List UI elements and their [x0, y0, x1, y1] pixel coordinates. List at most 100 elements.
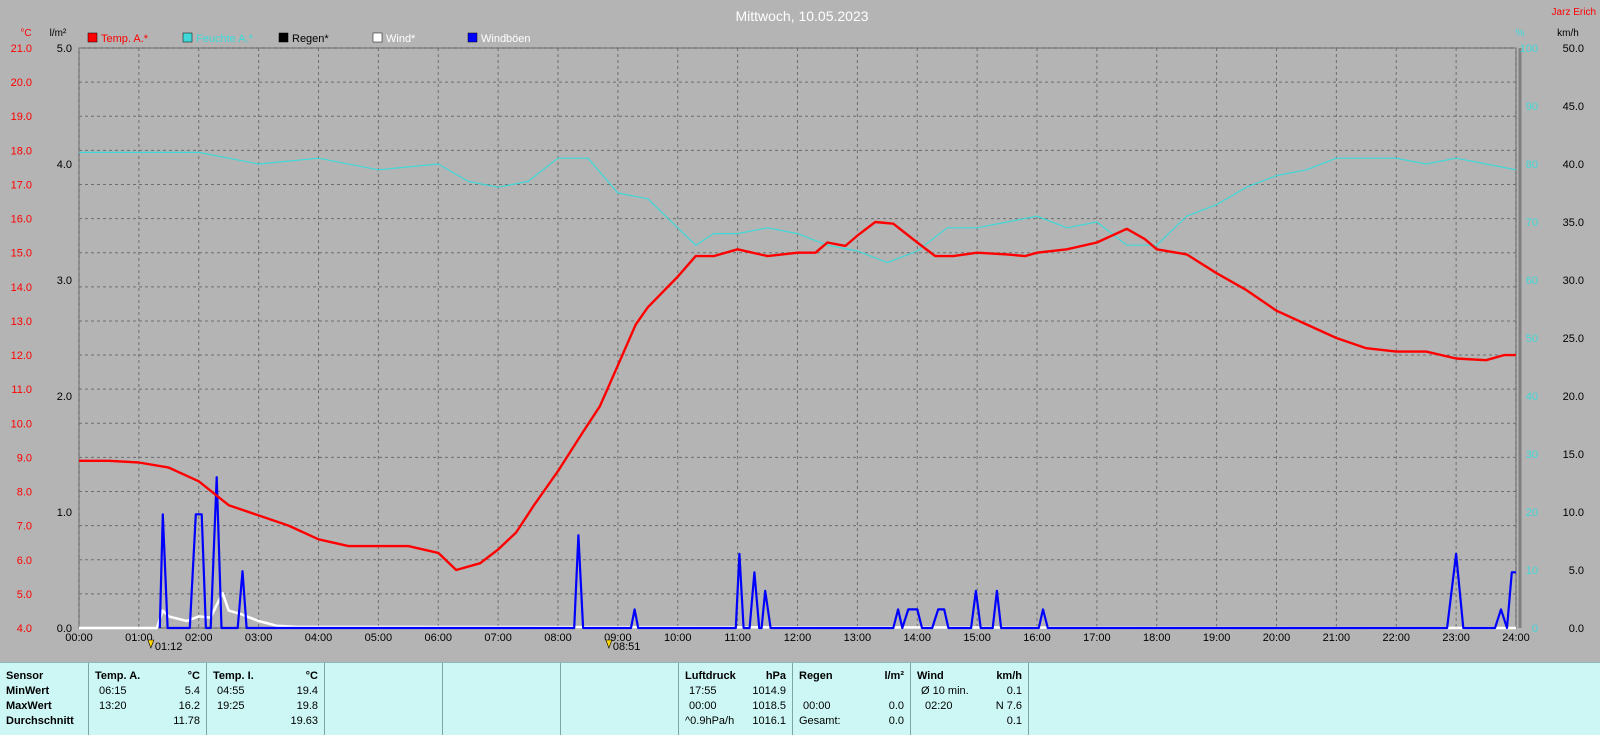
x-tick-label: 21:00 — [1323, 632, 1351, 644]
x-tick-label: 17:00 — [1083, 632, 1111, 644]
stats-temp-a-header: Temp. A. — [95, 670, 141, 682]
grid — [78, 47, 1522, 629]
rain-tick-label: 2.0 — [57, 391, 72, 403]
stats-value: 0.0 — [888, 715, 904, 727]
temp-tick-label: 12.0 — [11, 350, 32, 362]
wind-tick-label: 45.0 — [1563, 101, 1584, 113]
x-tick-label: 23:00 — [1442, 632, 1470, 644]
temp-tick-label: 11.0 — [11, 384, 32, 396]
x-tick-label: 14:00 — [903, 632, 931, 644]
stats-rain-unit: l/m² — [884, 670, 904, 682]
temp-tick-label: 15.0 — [11, 248, 32, 260]
stats-temp-i-column: Temp. I. °C 04:55 19.4 19:25 19.8 19.63 — [206, 663, 324, 735]
stats-trend: ^0.9hPa/h — [685, 715, 735, 727]
stats-sensor-header: Sensor — [6, 670, 44, 682]
x-tick-label: 11:00 — [724, 632, 751, 644]
legend-label: Wind* — [386, 33, 416, 45]
stats-time: 00:00 — [689, 700, 717, 712]
x-tick-label: 20:00 — [1263, 632, 1291, 644]
stats-value: 1014.9 — [752, 685, 786, 697]
temp-tick-label: 17.0 — [11, 179, 32, 191]
stats-value: 1016.1 — [752, 715, 786, 727]
legend-swatch — [467, 32, 478, 43]
x-tick-label: 10:00 — [664, 632, 692, 644]
wind-tick-label: 20.0 — [1563, 391, 1584, 403]
wind-tick-label: 40.0 — [1563, 159, 1584, 171]
stats-panel: Sensor MinWert MaxWert Durchschnitt Temp… — [0, 662, 1600, 735]
marker-label: 08:51 — [613, 641, 641, 653]
stats-time: 04:55 — [217, 685, 245, 697]
temp-tick-label: 20.0 — [11, 77, 32, 89]
wind-axis-unit: km/h — [1557, 28, 1579, 39]
x-tick-label: 12:00 — [784, 632, 812, 644]
x-tick-label: 06:00 — [424, 632, 452, 644]
humidity-tick-label: 100 — [1520, 43, 1538, 55]
stats-pressure-column: Luftdruck hPa 17:55 1014.9 00:00 1018.5 ^0.… — [678, 663, 792, 735]
temp-tick-label: 14.0 — [11, 282, 32, 294]
stats-row-label: MaxWert — [6, 700, 52, 712]
stats-temp-a-unit: °C — [187, 670, 200, 682]
wind-tick-label: 30.0 — [1563, 275, 1584, 287]
stats-pressure-header: Luftdruck — [685, 670, 736, 682]
stats-value: 19.8 — [296, 700, 318, 712]
wind-tick-label: 35.0 — [1563, 217, 1584, 229]
temp-axis-unit: °C — [20, 28, 31, 39]
legend-label: Feuchte A.* — [196, 33, 254, 45]
stats-value: 19.4 — [296, 685, 318, 697]
temp-tick-label: 9.0 — [17, 452, 32, 464]
x-tick-label: 02:00 — [185, 632, 213, 644]
rain-tick-label: 5.0 — [57, 43, 72, 55]
stats-value: 0.1 — [1006, 715, 1022, 727]
stats-temp-i-unit: °C — [305, 670, 318, 682]
stats-value: N 7.6 — [995, 700, 1022, 712]
temp-tick-label: 16.0 — [11, 214, 32, 226]
x-tick-label: 05:00 — [365, 632, 393, 644]
stats-wind-header: Wind — [917, 670, 944, 682]
stats-total-label: Gesamt: — [799, 715, 841, 727]
stats-rain-header: Regen — [799, 670, 833, 682]
stats-value: 16.2 — [178, 700, 200, 712]
humidity-tick-label: 60 — [1526, 275, 1538, 287]
humidity-tick-label: 30 — [1526, 449, 1538, 461]
stats-time: 00:00 — [803, 700, 831, 712]
stats-wind-column: Wind km/h Ø 10 min. 0.1 02:20 N 7.6 0.1 — [910, 663, 1028, 735]
stats-value: 11.78 — [173, 715, 200, 727]
stats-pressure-unit: hPa — [765, 670, 786, 682]
x-tick-label: 22:00 — [1382, 632, 1410, 644]
x-tick-label: 18:00 — [1143, 632, 1171, 644]
wind-tick-label: 5.0 — [1569, 565, 1584, 577]
stats-empty-column — [324, 663, 442, 735]
temp-tick-label: 13.0 — [11, 316, 32, 328]
legend-swatch — [278, 32, 289, 43]
stats-time: 19:25 — [217, 700, 245, 712]
stats-wind-unit: km/h — [996, 670, 1022, 682]
temp-tick-label: 7.0 — [17, 521, 32, 533]
stats-time: 06:15 — [99, 685, 127, 697]
stats-temp-i-header: Temp. I. — [213, 670, 254, 682]
stats-avg-label: Ø 10 min. — [921, 685, 969, 697]
temp-tick-label: 19.0 — [11, 111, 32, 123]
x-tick-label: 13:00 — [844, 632, 872, 644]
humidity-tick-label: 90 — [1526, 101, 1538, 113]
temp-tick-label: 10.0 — [11, 418, 32, 430]
temp-tick-label: 5.0 — [17, 589, 32, 601]
wind-tick-label: 0.0 — [1569, 623, 1584, 635]
x-tick-label: 19:00 — [1203, 632, 1231, 644]
x-tick-label: 07:00 — [484, 632, 512, 644]
stats-empty-column — [442, 663, 560, 735]
legend-swatch — [372, 32, 383, 43]
wind-tick-label: 10.0 — [1563, 507, 1584, 519]
legend-label: Regen* — [292, 33, 329, 45]
stats-time: 02:20 — [925, 700, 953, 712]
stats-value: 0.0 — [888, 700, 904, 712]
rain-tick-label: 4.0 — [57, 159, 72, 171]
stats-value: 1018.5 — [752, 700, 786, 712]
stats-empty-column — [560, 663, 678, 735]
x-tick-label: 08:00 — [544, 632, 572, 644]
temp-tick-label: 21.0 — [11, 43, 32, 55]
stats-value: 5.4 — [184, 685, 200, 697]
marker-label: 01:12 — [155, 641, 183, 653]
wind-tick-label: 25.0 — [1563, 333, 1584, 345]
humidity-tick-label: 70 — [1526, 217, 1538, 229]
x-tick-label: 15:00 — [963, 632, 991, 644]
